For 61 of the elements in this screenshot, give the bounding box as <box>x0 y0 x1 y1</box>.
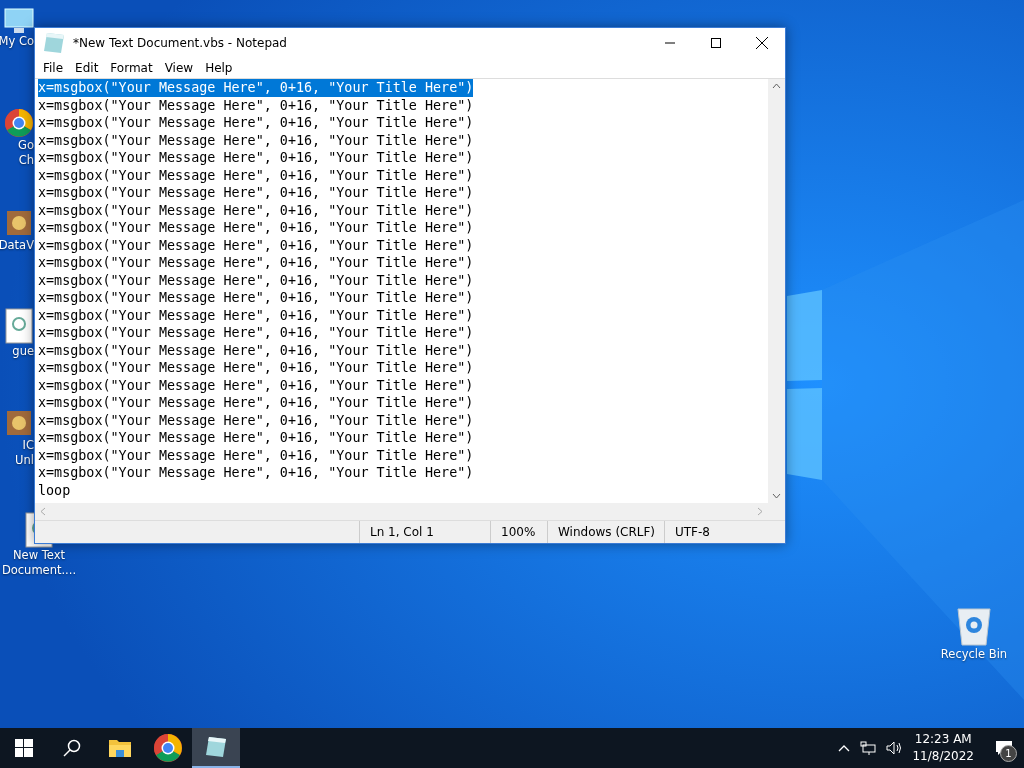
code-line: x=msgbox("Your Message Here", 0+16, "Your Title Here") <box>38 306 474 324</box>
vertical-scrollbar[interactable] <box>768 79 785 503</box>
code-line: x=msgbox("Your Message Here", 0+16, "Your Title Here") <box>38 149 474 167</box>
code-line: x=msgbox("Your Message Here", 0+16, "Your Title Here") <box>38 236 474 254</box>
code-line: x=msgbox("Your Message Here", 0+16, "Your Title Here") <box>38 271 474 289</box>
code-line: x=msgbox("Your Message Here", 0+16, "Your Title Here") <box>38 411 474 429</box>
code-line: x=msgbox("Your Message Here", 0+16, "Your Title Here") <box>38 359 474 377</box>
search-icon <box>63 739 81 757</box>
code-line: x=msgbox("Your Message Here", 0+16, "Your Title Here") <box>38 184 474 202</box>
code-line: x=msgbox("Your Message Here", 0+16, "Your Title Here") <box>38 341 474 359</box>
desktop-icon-label[interactable]: Go <box>18 138 34 153</box>
status-text: Windows (CRLF) <box>558 525 656 539</box>
code-line: x=msgbox("Your Message Here", 0+16, "Your Title Here") <box>38 131 474 149</box>
windows-logo-icon <box>15 739 33 757</box>
desktop-icon-label[interactable]: Ch <box>18 153 34 168</box>
folder-icon[interactable] <box>108 738 132 758</box>
code-line: x=msgbox("Your Message Here", 0+16, "Your Title Here") <box>38 446 474 464</box>
code-line: x=msgbox("Your Message Here", 0+16, "Your Title Here") <box>38 429 474 447</box>
code-line: x=msgbox("Your Message Here", 0+16, "Your Title Here") <box>38 114 474 132</box>
status-text: 100% <box>501 525 536 539</box>
code-line: x=msgbox("Your Message Here", 0+16, "Your Title Here") <box>38 394 474 412</box>
status-text: UTF-8 <box>675 525 710 539</box>
clock-time[interactable]: 12:23 AM <box>914 731 972 748</box>
desktop-icon-label[interactable]: New Text <box>13 548 65 563</box>
window-title: *New Text Document.vbs - Notepad <box>73 36 287 50</box>
menu-item[interactable]: File <box>37 61 70 75</box>
app-icon <box>4 208 34 238</box>
menu-item[interactable]: View <box>158 61 200 75</box>
status-text: Ln 1, Col 1 <box>370 525 434 539</box>
code-line: x=msgbox("Your Message Here", 0+16, "Your Title Here") <box>38 324 474 342</box>
code-line: x=msgbox("Your Message Here", 0+16, "Your Title Here") <box>38 376 474 394</box>
menu-item[interactable]: Edit <box>69 61 105 75</box>
desktop-icon-label[interactable]: gue <box>12 344 34 359</box>
code-line: x=msgbox("Your Message Here", 0+16, "Your Title Here") <box>38 166 474 184</box>
notification-count: 1 <box>1000 745 1017 762</box>
maximize-icon <box>711 38 721 48</box>
desktop-icon-label[interactable]: IC <box>22 438 34 453</box>
network-icon[interactable] <box>860 741 877 755</box>
menu-item[interactable]: Help <box>199 61 239 75</box>
app-icon <box>4 408 34 438</box>
code-line: x=msgbox("Your Message Here", 0+16, "Your Title Here") <box>38 96 474 114</box>
monitor-icon <box>4 8 34 34</box>
desktop-icon-label[interactable]: Recycle Bin <box>940 647 1008 662</box>
code-line: loop <box>38 481 71 499</box>
code-line: x=msgbox("Your Message Here", 0+16, "Your Title Here") <box>38 289 474 307</box>
chevron-up-icon[interactable] <box>838 744 851 752</box>
desktop-icon-label[interactable]: My Co <box>0 34 34 49</box>
menu-item[interactable]: Format <box>104 61 159 75</box>
code-line: x=msgbox("Your Message Here", 0+16, "Your Title Here") <box>38 201 474 219</box>
code-line: x=msgbox("Your Message Here", 0+16, "Your Title Here") <box>38 464 474 482</box>
taskbar-app[interactable] <box>192 728 240 768</box>
desktop-icon-label[interactable]: Document.... <box>1 563 77 578</box>
desktop-icon-label[interactable]: Unl <box>15 453 34 468</box>
close-icon <box>756 37 768 49</box>
notepad-icon[interactable] <box>203 734 229 760</box>
code-line: x=msgbox("Your Message Here", 0+16, "Your Title Here") <box>38 254 474 272</box>
desktop-icon-label[interactable]: DataV <box>0 238 34 253</box>
browser-icon <box>153 733 183 763</box>
clock-date[interactable]: 11/8/2022 <box>912 748 974 765</box>
code-line: x=msgbox("Your Message Here", 0+16, "Your Title Here") <box>38 219 474 237</box>
volume-icon[interactable] <box>886 741 903 755</box>
